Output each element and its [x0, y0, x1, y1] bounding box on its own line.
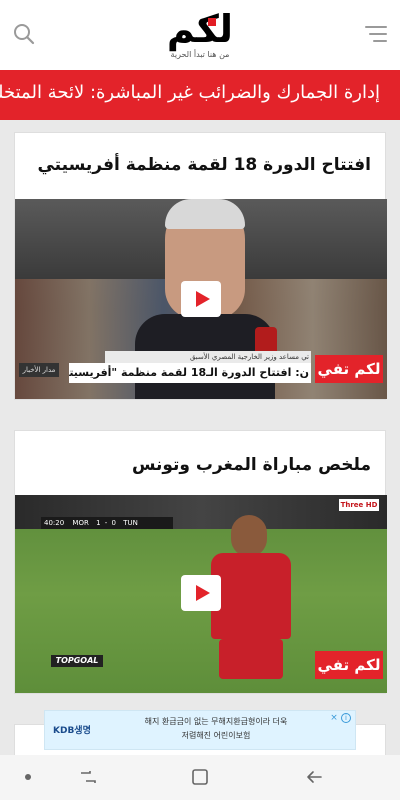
dot-icon: [25, 774, 31, 780]
away-team: TUN: [123, 519, 138, 527]
video-thumbnail[interactable]: 40:20 MOR 1 - 0 TUN Three HD TOPGOAL لكم…: [15, 495, 387, 693]
player-head: [231, 515, 267, 557]
player-shorts: [219, 639, 283, 679]
play-button[interactable]: [181, 281, 221, 317]
ad-info-icon[interactable]: i: [341, 713, 351, 723]
ticker-headline[interactable]: إدارة الجمارك والضرائب غير المباشرة: لائ…: [0, 82, 380, 103]
speaker-hair: [165, 199, 245, 229]
play-button[interactable]: [181, 575, 221, 611]
play-icon: [196, 291, 210, 307]
player-shirt: [211, 553, 291, 639]
app-header: لكم من هنا تبدأ الحرية: [0, 0, 400, 70]
video-title[interactable]: افتتاح الدورة 18 لقمة منظمة أفريسيتي: [37, 155, 371, 175]
nav-dot-button[interactable]: [18, 767, 38, 787]
channel-badge: لكم تفي: [315, 355, 383, 383]
news-ticker[interactable]: إدارة الجمارك والضرائب غير المباشرة: لائ…: [0, 70, 400, 120]
video-title[interactable]: ملخص مباراة المغرب وتونس: [132, 455, 371, 475]
ad-brand: KDB생명: [53, 726, 91, 736]
ad-banner[interactable]: KDB생명 해지 환급금이 없는 무해지환급형이라 더욱 저렴해진 어린이보험 …: [44, 710, 356, 750]
ad-text: 해지 환급금이 없는 무해지환급형이라 더욱 저렴해진 어린이보험: [144, 717, 288, 740]
back-button[interactable]: [304, 767, 324, 787]
search-icon: [14, 24, 35, 45]
channel-logo: Three HD: [339, 499, 379, 511]
ad-close-icon[interactable]: ×: [329, 713, 339, 723]
home-button[interactable]: [190, 767, 210, 787]
system-navigation-bar: [0, 755, 400, 800]
broadcaster-logo: TOPGOAL: [51, 655, 103, 667]
site-logo[interactable]: لكم من هنا تبدأ الحرية: [150, 8, 250, 64]
video-card[interactable]: ملخص مباراة المغرب وتونس 40:20 MOR 1 - 0…: [14, 430, 387, 694]
match-time: 40:20: [44, 519, 65, 527]
recent-apps-button[interactable]: [78, 767, 98, 787]
scoreboard: 40:20 MOR 1 - 0 TUN: [41, 517, 173, 529]
menu-button[interactable]: [364, 24, 388, 44]
play-icon: [196, 585, 210, 601]
recent-apps-icon: [81, 771, 96, 783]
video-card[interactable]: افتتاح الدورة 18 لقمة منظمة أفريسيتي مدا…: [14, 132, 387, 400]
logo-text: لكم: [166, 7, 234, 51]
logo-tagline: من هنا تبدأ الحرية: [170, 50, 230, 59]
score-separator: -: [104, 519, 108, 527]
hamburger-menu-icon: [365, 26, 387, 42]
lower-third: ن: افتتاح الدورة الـ18 لقمة منظمة "أفريس…: [69, 363, 311, 383]
away-score: 0: [111, 519, 117, 527]
home-score: 1: [96, 519, 101, 527]
logo-red-square: [208, 18, 216, 26]
channel-tag: مدار الأخبار: [19, 363, 59, 377]
home-team: MOR: [72, 519, 89, 527]
video-thumbnail[interactable]: مدار الأخبار تي مساعد وزير الخارجية المص…: [15, 199, 387, 399]
back-icon: [307, 771, 322, 783]
search-button[interactable]: [12, 22, 36, 46]
channel-badge: لكم تفي: [315, 651, 383, 679]
lower-third-sub: تي مساعد وزير الخارجية المصري الأسبق: [105, 351, 311, 363]
home-icon: [192, 769, 208, 785]
